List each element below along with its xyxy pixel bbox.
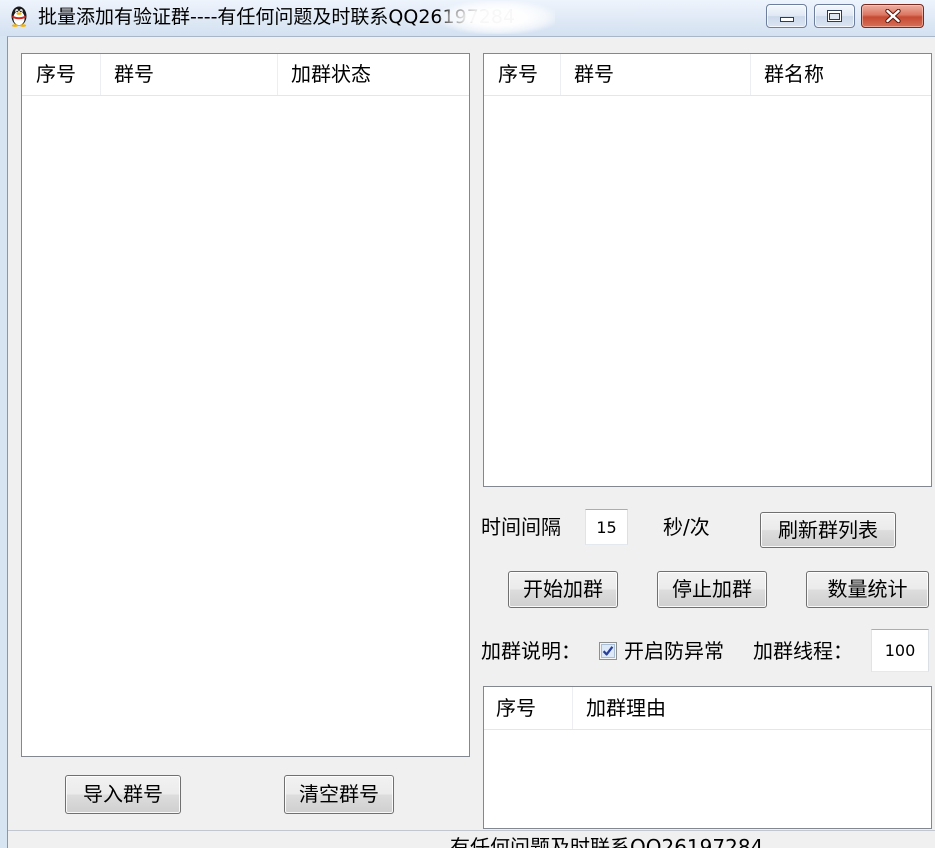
interval-input[interactable] [585, 509, 628, 545]
list-header: 序号 群号 群名称 [484, 54, 931, 96]
join-threads-input[interactable] [871, 629, 929, 672]
clear-groups-button[interactable]: 清空群号 [284, 775, 394, 814]
join-threads-label: 加群线程： [753, 639, 853, 663]
interval-label: 时间间隔 [481, 515, 561, 539]
column-header-group-number[interactable]: 群号 [101, 54, 278, 95]
title-bar[interactable]: 批量添加有验证群----有任何问题及时联系QQ26197284 [0, 0, 935, 36]
status-text: 有任何问题及时联系QQ26197284 [450, 835, 764, 848]
interval-unit-label: 秒/次 [663, 515, 710, 539]
maximize-button[interactable] [814, 4, 855, 28]
anti-abnormal-label[interactable]: 开启防异常 [624, 639, 724, 663]
maximize-icon [827, 10, 842, 22]
minimize-button[interactable] [766, 4, 807, 28]
join-reason-list[interactable]: 序号 加群理由 [483, 686, 932, 829]
status-bar: 有任何问题及时联系QQ26197284 [8, 830, 935, 848]
column-header-join-status[interactable]: 加群状态 [278, 54, 469, 95]
anti-abnormal-checkbox[interactable] [599, 642, 617, 660]
import-groups-button[interactable]: 导入群号 [65, 775, 181, 814]
join-status-list[interactable]: 序号 群号 加群状态 [21, 53, 470, 757]
column-header-group-number[interactable]: 群号 [561, 54, 751, 95]
close-icon [884, 9, 901, 23]
close-button[interactable] [861, 4, 924, 28]
statistics-button[interactable]: 数量统计 [806, 571, 929, 608]
app-window: { "window": { "title": "批量添加有验证群----有任何问… [0, 0, 935, 848]
qq-penguin-icon [9, 5, 29, 27]
list-header: 序号 加群理由 [484, 687, 931, 730]
group-list[interactable]: 序号 群号 群名称 [483, 53, 932, 487]
redaction-blur [440, 1, 555, 34]
stop-join-button[interactable]: 停止加群 [657, 571, 767, 608]
start-join-button[interactable]: 开始加群 [508, 571, 618, 608]
column-header-index[interactable]: 序号 [484, 687, 573, 729]
column-header-group-name[interactable]: 群名称 [751, 54, 931, 95]
minimize-icon [779, 17, 794, 23]
column-header-index[interactable]: 序号 [22, 54, 101, 95]
list-body[interactable] [484, 730, 931, 828]
list-body[interactable] [484, 96, 931, 486]
refresh-group-list-button[interactable]: 刷新群列表 [760, 512, 896, 548]
list-body[interactable] [22, 96, 469, 756]
column-header-index[interactable]: 序号 [484, 54, 561, 95]
column-header-join-reason[interactable]: 加群理由 [573, 687, 931, 729]
join-note-label: 加群说明： [481, 639, 581, 663]
list-header: 序号 群号 加群状态 [22, 54, 469, 96]
